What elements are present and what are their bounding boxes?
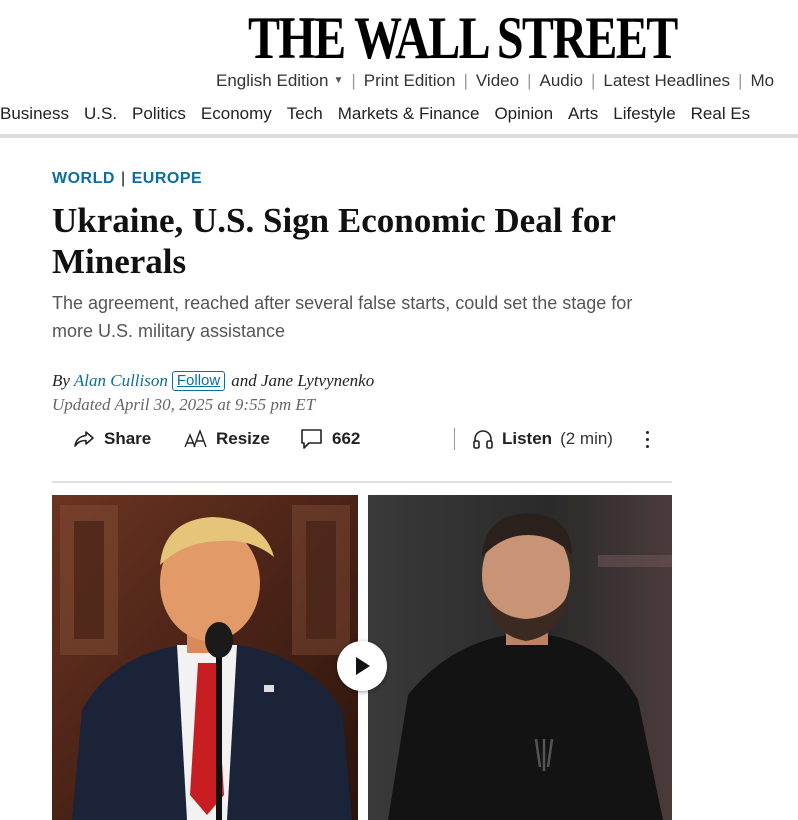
tools-divider [454, 428, 455, 450]
edition-selector[interactable]: English Edition ▼ [216, 68, 343, 94]
headphones-icon [473, 430, 493, 449]
photo-right [368, 495, 672, 820]
speaker-at-podium-image [52, 495, 358, 820]
divider: | [590, 71, 596, 90]
edition-bar: English Edition ▼ | Print Edition | Video | Aud… [216, 68, 798, 94]
nav-item-lifestyle[interactable]: Lifestyle [613, 100, 675, 128]
resize-label: Resize [216, 429, 270, 448]
share-button[interactable]: Share [72, 424, 151, 454]
article-timestamp: Updated April 30, 2025 at 9:55 pm ET [52, 395, 316, 414]
video-player[interactable] [52, 495, 672, 820]
audio-link[interactable]: Audio [540, 68, 583, 94]
tools-divider-line [52, 481, 672, 483]
breadcrumb-separator: | [120, 170, 126, 187]
article-headline: Ukraine, U.S. Sign Economic Deal for Min… [52, 201, 616, 281]
portrait-image [368, 495, 672, 820]
byline: By Alan Cullison Follow and Jane Lytvynenk… [52, 370, 374, 392]
nav-item-opinion[interactable]: Opinion [494, 100, 553, 128]
play-icon [356, 657, 370, 675]
nav-item-tech[interactable]: Tech [287, 100, 323, 128]
more-options-button[interactable] [640, 424, 654, 454]
divider: | [527, 71, 532, 90]
more-vertical-icon [645, 430, 649, 448]
nav-item-arts[interactable]: Arts [568, 100, 598, 128]
divider: | [738, 71, 743, 90]
comment-icon [301, 429, 322, 449]
print-edition-link[interactable]: Print Edition [364, 68, 456, 94]
listen-label: Listen [502, 429, 553, 448]
nav-item-real-estate[interactable]: Real Es [691, 100, 751, 128]
nav-item-us[interactable]: U.S. [84, 100, 117, 128]
article-dek: The agreement, reached after several fal… [52, 293, 633, 341]
photo-left [52, 495, 358, 820]
nav-item-business[interactable]: Business [0, 100, 69, 128]
nav-divider [0, 134, 798, 138]
site-logo[interactable]: THE WALL STREET JOURNAL. [248, 6, 688, 70]
divider: | [463, 71, 468, 90]
share-label: Share [104, 429, 152, 448]
play-button[interactable] [337, 641, 387, 691]
section-europe-link[interactable]: EUROPE [132, 170, 203, 187]
listen-button[interactable]: Listen (2 min) [472, 424, 613, 454]
section-breadcrumb: WORLD | EUROPE [52, 168, 202, 190]
divider: | [351, 71, 356, 90]
video-link[interactable]: Video [476, 68, 519, 94]
comments-button[interactable]: 662 [300, 424, 360, 454]
text-resize-icon [184, 429, 207, 448]
article-tools: Share Resize 662 Listen (2 min) [52, 424, 672, 454]
listen-duration: (2 min) [560, 429, 613, 448]
byline-prefix: By [52, 371, 70, 390]
author-link[interactable]: Alan Cullison [74, 371, 168, 390]
nav-item-economy[interactable]: Economy [201, 100, 272, 128]
latest-headlines-link[interactable]: Latest Headlines [603, 68, 730, 94]
edition-label: English Edition [216, 71, 329, 90]
more-link[interactable]: Mo [750, 68, 774, 94]
comments-count: 662 [332, 429, 361, 448]
nav-item-politics[interactable]: Politics [132, 100, 186, 128]
section-nav: Business U.S. Politics Economy Tech Markets &… [0, 100, 798, 128]
share-icon [74, 431, 94, 447]
byline-coauthor: and Jane Lytvynenko [231, 371, 375, 390]
caret-down-icon: ▼ [333, 75, 344, 86]
section-world-link[interactable]: WORLD [52, 170, 115, 187]
nav-item-markets-finance[interactable]: Markets & Finance [338, 100, 480, 128]
follow-author-button[interactable]: Follow [171, 371, 226, 391]
resize-button[interactable]: Resize [184, 424, 270, 454]
